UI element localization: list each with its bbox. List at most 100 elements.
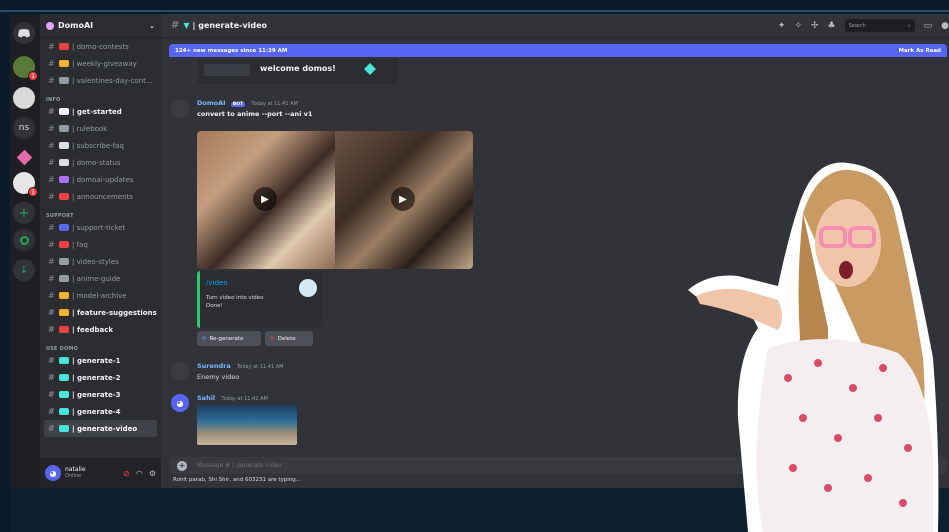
channel-emoji-icon — [59, 241, 69, 248]
hash-icon: # — [48, 124, 55, 133]
channel-item[interactable]: # | generate-4 — [40, 403, 161, 420]
domo-server-icon[interactable]: 1 — [13, 172, 38, 197]
message-text: Enemy video — [197, 373, 240, 381]
message-timestamp: Today at 11:42 AM — [221, 396, 268, 402]
message-author[interactable]: DomoAI BOT Today at 11:41 AM — [197, 99, 298, 107]
channel-item[interactable]: # | generate-1 — [40, 352, 161, 369]
hash-icon: # — [48, 158, 55, 167]
channel-emoji-icon — [59, 275, 69, 282]
channel-emoji-icon — [59, 193, 69, 200]
discord-logo-icon[interactable] — [13, 22, 35, 44]
hash-icon: # — [48, 76, 55, 85]
channel-item[interactable]: # | video-styles — [40, 253, 161, 270]
headphones-icon[interactable]: ◠ — [136, 469, 143, 478]
hash-icon: # — [48, 59, 55, 68]
channel-item[interactable]: # | valentines-day-cont... — [40, 72, 161, 89]
channel-emoji-icon — [59, 43, 69, 50]
members-icon[interactable]: ♣ — [828, 21, 836, 31]
video-thumbnail[interactable]: ▶ — [197, 131, 335, 269]
hash-icon: # — [48, 424, 55, 433]
channel-item[interactable]: # | domoai-updates — [40, 171, 161, 188]
mark-as-read-button[interactable]: Mark As Read — [898, 48, 941, 54]
category-info[interactable]: INFO — [40, 89, 161, 103]
notifications-icon[interactable]: ✧ — [794, 21, 802, 31]
channel-item[interactable]: # | anime-guide — [40, 270, 161, 287]
download-icon[interactable]: ↓ — [13, 259, 35, 281]
avatar[interactable] — [171, 362, 189, 380]
delete-button[interactable]: ✕ Delete — [265, 331, 313, 346]
play-icon[interactable]: ▶ — [391, 187, 415, 211]
welcome-embed: welcome domos! — [198, 58, 398, 84]
channel-item[interactable]: # | domo-status — [40, 154, 161, 171]
welcome-text: welcome domos! — [260, 64, 336, 73]
channel-item[interactable]: # | support-ticket — [40, 219, 161, 236]
gem-server-icon[interactable] — [13, 146, 35, 168]
message-timestamp: Today at 11:41 AM — [237, 364, 284, 370]
channel-item[interactable]: # | faq — [40, 236, 161, 253]
diamond-icon — [364, 63, 376, 75]
category-support[interactable]: SUPPORT — [40, 205, 161, 219]
channel-label: | feature-suggestions — [72, 308, 157, 317]
message-author[interactable]: Surendra Today at 11:41 AM — [197, 362, 283, 370]
hash-icon: # — [48, 308, 55, 317]
gear-icon[interactable]: ⚙ — [149, 469, 156, 478]
user-panel: ◕ natalie Online ⊘ ◠ ⚙ — [40, 458, 161, 488]
avatar[interactable] — [171, 100, 189, 118]
channel-emoji-icon — [59, 425, 69, 432]
ns-server-icon[interactable]: ns — [13, 117, 35, 139]
chevron-down-icon: ⌄ — [149, 21, 155, 30]
user-name: natalie — [65, 466, 86, 473]
channel-item[interactable]: # | generate-video — [44, 420, 157, 437]
embed-title[interactable]: /video — [206, 279, 227, 287]
regenerate-button[interactable]: ⟳ Re-generate — [197, 331, 261, 346]
channel-label: | support-ticket — [72, 223, 126, 232]
channel-item[interactable]: # | get-started — [40, 103, 161, 120]
avatar[interactable]: ◕ — [45, 465, 61, 481]
add-server-icon[interactable]: + — [13, 202, 35, 224]
channel-label: | generate-2 — [72, 373, 121, 382]
pin-icon[interactable]: ✢ — [811, 21, 819, 31]
channel-emoji-icon — [59, 292, 69, 299]
help-icon[interactable]: ● — [941, 21, 949, 31]
explore-icon[interactable] — [13, 229, 35, 251]
new-messages-banner[interactable]: 124+ new messages since 11:39 AM Mark As… — [169, 44, 947, 57]
channel-emoji-icon — [59, 108, 69, 115]
channel-sidebar: DomoAI ⌄ # | domo-contests # | weekly-givea… — [40, 14, 161, 488]
search-input[interactable]: Search ⌕ — [844, 19, 915, 32]
channel-item[interactable]: # | feedback — [40, 321, 161, 338]
image-attachment[interactable] — [197, 405, 297, 445]
category-use-domo[interactable]: USE DOMO — [40, 338, 161, 352]
notification-badge: 1 — [28, 71, 38, 81]
hash-icon: # — [48, 175, 55, 184]
channel-item[interactable]: # | domo-contests — [40, 38, 161, 55]
channel-item[interactable]: # | generate-2 — [40, 369, 161, 386]
channel-item[interactable]: # | model-archive — [40, 287, 161, 304]
channel-item[interactable]: # | subscribe-faq — [40, 137, 161, 154]
typing-indicator: Rohit parab, Shi Shir, and 603231 are ty… — [173, 477, 301, 483]
channel-emoji-icon — [59, 224, 69, 231]
close-icon: ✕ — [270, 335, 275, 342]
avatar[interactable]: ◕ — [171, 394, 189, 412]
hash-icon: # — [48, 373, 55, 382]
bot-badge: BOT — [230, 102, 246, 107]
hash-icon: # — [48, 407, 55, 416]
channel-item[interactable]: # | weekly-giveaway — [40, 55, 161, 72]
turtle-server-icon[interactable]: 1 — [13, 56, 38, 81]
channel-label: | domoai-updates — [72, 175, 134, 184]
mute-mic-icon[interactable]: ⊘ — [123, 469, 130, 478]
server-header[interactable]: DomoAI ⌄ — [40, 14, 161, 38]
channel-item[interactable]: # | generate-3 — [40, 386, 161, 403]
channel-label: | anime-guide — [72, 274, 121, 283]
message-author[interactable]: Sahil Today at 11:42 AM — [197, 394, 268, 402]
channel-item[interactable]: # | feature-suggestions — [40, 304, 161, 321]
channel-item[interactable]: # | announcements — [40, 188, 161, 205]
inbox-icon[interactable]: ▭ — [924, 21, 933, 31]
add-attachment-icon[interactable]: + — [177, 460, 187, 471]
play-icon[interactable]: ▶ — [253, 187, 277, 211]
channel-item[interactable]: # | rulebook — [40, 120, 161, 137]
video-thumbnail[interactable]: ▶ — [335, 131, 473, 269]
dice-server-icon[interactable] — [13, 87, 35, 109]
channel-label: | generate-video — [72, 424, 138, 433]
threads-icon[interactable]: ✦ — [778, 21, 786, 31]
hash-icon: # — [48, 141, 55, 150]
